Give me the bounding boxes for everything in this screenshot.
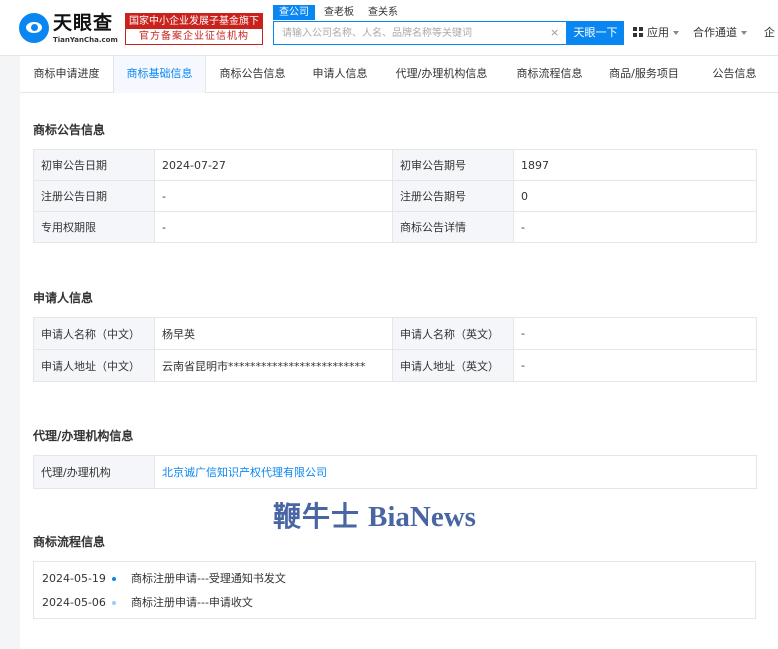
enterprise-menu[interactable]: 企 (764, 25, 775, 40)
section-title-announcement: 商标公告信息 (33, 123, 106, 137)
process-timeline: 2024-05-19 商标注册申请---受理通知书发文 2024-05-06 商… (33, 561, 756, 619)
section-title-process: 商标流程信息 (33, 535, 106, 549)
agency-link[interactable]: 北京诚广信知识产权代理有限公司 (162, 466, 327, 479)
tab-applicant-info[interactable]: 申请人信息 (299, 56, 381, 93)
field-label: 注册公告期号 (392, 180, 514, 212)
field-value: - (154, 211, 393, 243)
field-label: 注册公告日期 (33, 180, 155, 212)
bianews-watermark: 鞭牛士 BiaNews (273, 500, 476, 534)
grid-icon (633, 27, 644, 38)
process-text: 商标注册申请---申请收文 (131, 596, 253, 609)
timeline-dot-icon (112, 577, 116, 581)
search-box: × (273, 21, 567, 45)
field-value: - (513, 317, 757, 350)
announcement-table: 初审公告日期 2024-07-27 初审公告期号 1897 注册公告日期 - 注… (33, 149, 757, 243)
badge-top-text: 国家中小企业发展子基金旗下 (126, 14, 262, 29)
process-text: 商标注册申请---受理通知书发文 (131, 572, 286, 585)
eye-logo-icon (19, 13, 49, 43)
search-tab-company[interactable]: 查公司 (273, 5, 315, 20)
field-value: - (513, 349, 757, 382)
table-row: 注册公告日期 - 注册公告期号 0 (33, 180, 757, 212)
cooperation-menu[interactable]: 合作通道 (693, 25, 747, 40)
search-tab-boss[interactable]: 查老板 (324, 5, 354, 20)
detail-tabs: 商标申请进度 商标基础信息 商标公告信息 申请人信息 代理/办理机构信息 商标流… (20, 56, 778, 93)
field-label: 申请人名称（英文） (392, 317, 514, 350)
trademark-detail-card: 商标申请进度 商标基础信息 商标公告信息 申请人信息 代理/办理机构信息 商标流… (20, 56, 778, 649)
top-header: 天眼查 TianYanCha.com 国家中小企业发展子基金旗下 官方备案企业征… (0, 0, 778, 56)
tab-process-info[interactable]: 商标流程信息 (502, 56, 597, 93)
field-value: 0 (513, 180, 757, 212)
table-row: 专用权期限 - 商标公告详情 - (33, 211, 757, 243)
process-date: 2024-05-19 (42, 572, 106, 585)
timeline-dot-icon (112, 601, 116, 605)
field-label: 申请人地址（英文） (392, 349, 514, 382)
table-row: 初审公告日期 2024-07-27 初审公告期号 1897 (33, 149, 757, 181)
tab-notice-info[interactable]: 公告信息 (691, 56, 778, 93)
tab-agency-info[interactable]: 代理/办理机构信息 (381, 56, 502, 93)
table-row: 申请人地址（中文） 云南省昆明市************************… (33, 349, 757, 382)
tab-goods-services[interactable]: 商品/服务项目 (597, 56, 691, 93)
field-value: 1897 (513, 149, 757, 181)
credit-agency-badge: 国家中小企业发展子基金旗下 官方备案企业征信机构 (125, 13, 263, 45)
cooperation-label: 合作通道 (693, 26, 737, 39)
logo-domain: TianYanCha.com (53, 36, 118, 44)
search-tab-relation[interactable]: 查关系 (368, 5, 398, 20)
section-title-applicant: 申请人信息 (33, 291, 94, 305)
tab-announcement-info[interactable]: 商标公告信息 (206, 56, 299, 93)
search-button[interactable]: 天眼一下 (567, 21, 624, 45)
field-value: - (513, 211, 757, 243)
field-label: 专用权期限 (33, 211, 155, 243)
field-value: 2024-07-27 (154, 149, 393, 181)
field-label: 申请人名称（中文） (33, 317, 155, 350)
logo-name: 天眼查 (53, 12, 114, 34)
chevron-down-icon (673, 31, 679, 35)
badge-bottom-text: 官方备案企业征信机构 (139, 31, 249, 42)
agency-table: 代理/办理机构 北京诚广信知识产权代理有限公司 (33, 455, 757, 489)
field-label: 代理/办理机构 (33, 455, 155, 489)
apps-label: 应用 (647, 26, 669, 39)
section-title-agency: 代理/办理机构信息 (33, 429, 134, 443)
field-value: 北京诚广信知识产权代理有限公司 (154, 455, 757, 489)
process-date: 2024-05-06 (42, 596, 106, 609)
field-label: 初审公告期号 (392, 149, 514, 181)
search-input[interactable] (274, 22, 544, 44)
field-label: 申请人地址（中文） (33, 349, 155, 382)
field-value: 云南省昆明市************************* (154, 349, 393, 382)
watermark-cn: 鞭牛士 (273, 500, 361, 533)
tab-basic-info[interactable]: 商标基础信息 (113, 56, 206, 93)
field-value: 杨早英 (154, 317, 393, 350)
field-label: 初审公告日期 (33, 149, 155, 181)
table-row: 代理/办理机构 北京诚广信知识产权代理有限公司 (33, 455, 757, 489)
tianyancha-logo[interactable]: 天眼查 TianYanCha.com (19, 12, 121, 46)
field-value: - (154, 180, 393, 212)
field-label: 商标公告详情 (392, 211, 514, 243)
table-row: 申请人名称（中文） 杨早英 申请人名称（英文） - (33, 317, 757, 350)
clear-icon[interactable]: × (550, 26, 559, 40)
tab-application-progress[interactable]: 商标申请进度 (20, 56, 113, 93)
watermark-en: BiaNews (368, 501, 476, 533)
chevron-down-icon (741, 31, 747, 35)
applicant-table: 申请人名称（中文） 杨早英 申请人名称（英文） - 申请人地址（中文） 云南省昆… (33, 317, 757, 382)
